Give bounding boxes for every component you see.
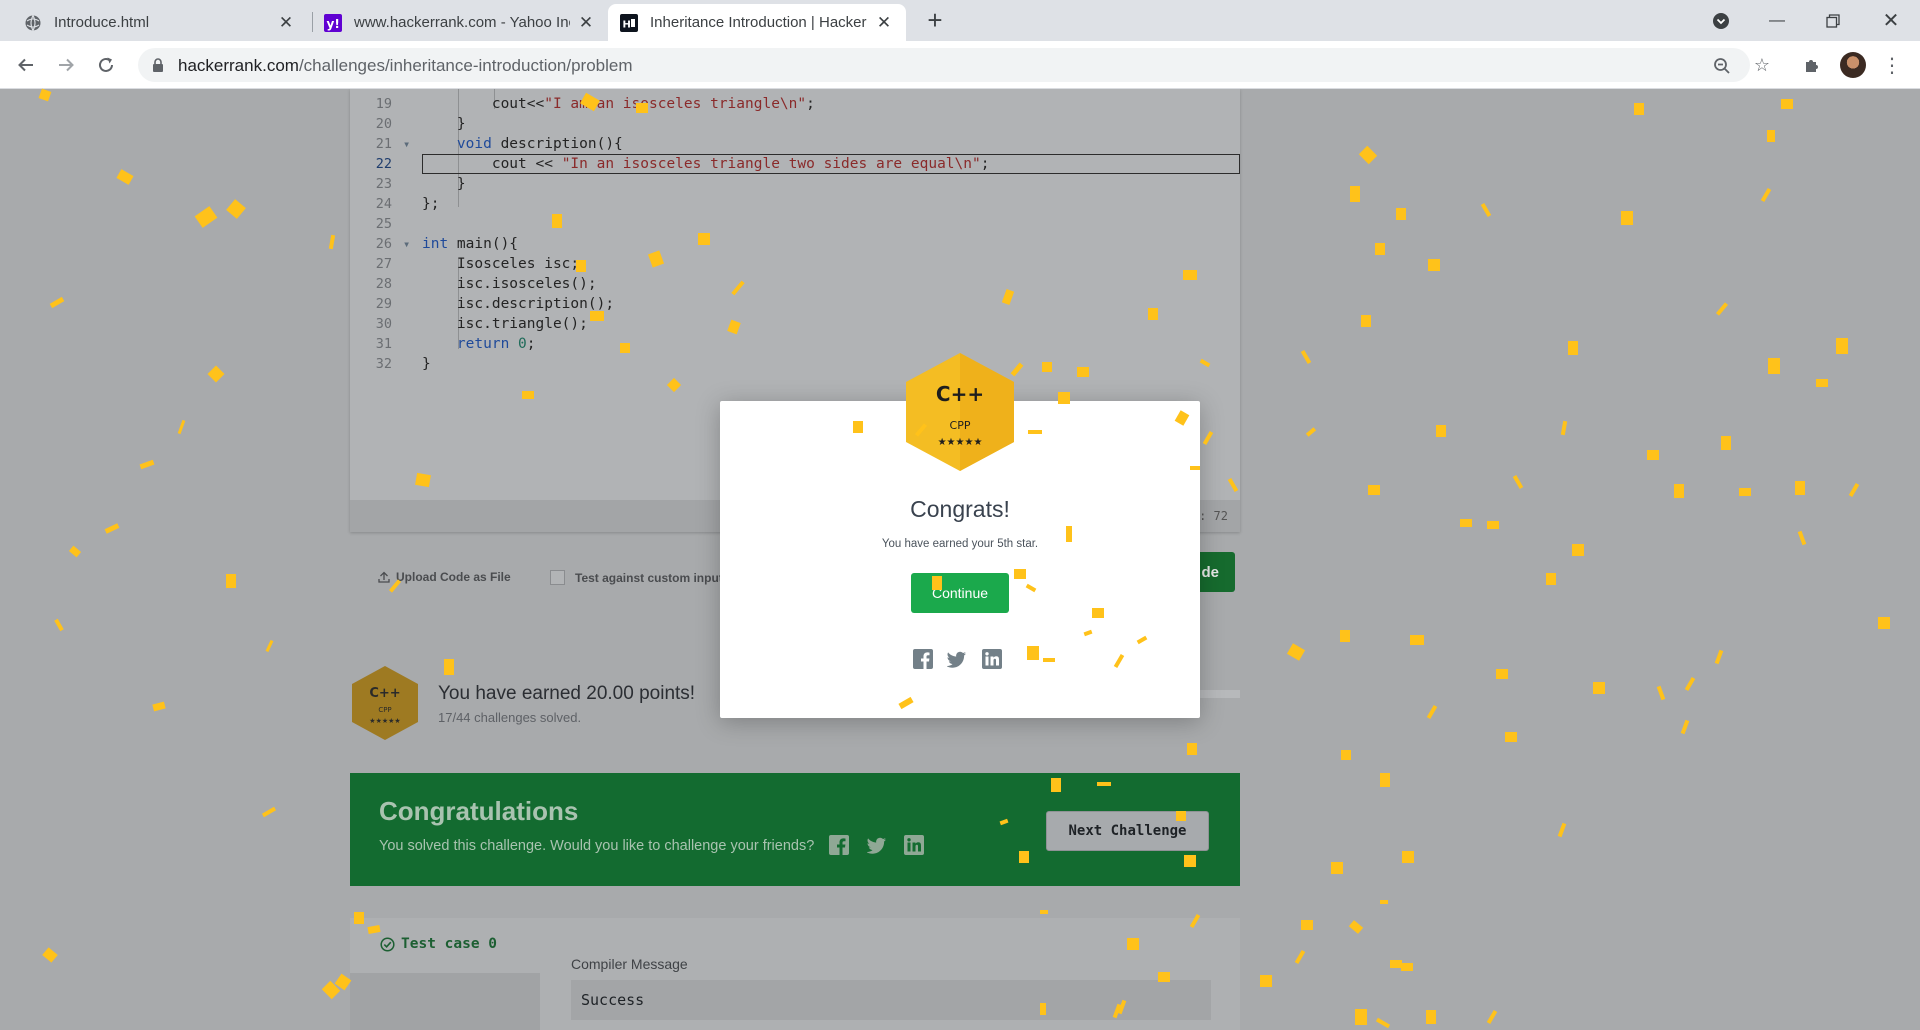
compiler-message-label: Compiler Message [571, 956, 688, 972]
code-line: 25 [375, 216, 392, 232]
back-icon[interactable] [10, 49, 42, 81]
code-line: 30 isc.triangle(); [375, 316, 588, 332]
bookmark-star-icon[interactable]: ☆ [1750, 53, 1774, 77]
facebook-icon[interactable] [829, 835, 849, 855]
tab-hackerrank[interactable]: H Inheritance Introduction | Hacker ✕ [608, 4, 906, 41]
close-window-icon[interactable]: ✕ [1862, 0, 1920, 41]
code-line: 31 return 0; [375, 336, 536, 352]
svg-text:C++: C++ [369, 686, 400, 701]
svg-text:CPP: CPP [950, 419, 971, 432]
close-icon[interactable]: ✕ [874, 13, 894, 33]
zoom-icon[interactable] [1711, 55, 1733, 77]
code-line: 21 ▾ void description(){ [375, 134, 623, 154]
compiler-message-value: Success [571, 980, 1211, 1020]
svg-text:CPP: CPP [378, 706, 391, 714]
restore-icon[interactable] [1804, 0, 1862, 41]
tab-search-icon[interactable] [1692, 0, 1750, 41]
svg-text:C++: C++ [936, 382, 984, 406]
test-case-list [350, 973, 540, 1030]
points-title: You have earned 20.00 points! [438, 683, 696, 704]
forward-icon[interactable] [50, 49, 82, 81]
address-bar[interactable]: hackerrank.com/challenges/inheritance-in… [138, 48, 1750, 82]
close-icon[interactable]: ✕ [576, 13, 596, 33]
code-line: 23 } [375, 176, 466, 192]
avatar[interactable] [1840, 52, 1866, 78]
challenges-solved: 17/44 challenges solved. [438, 710, 582, 725]
banner-subtitle: You solved this challenge. Would you lik… [379, 838, 815, 854]
code-line: 20 } [375, 116, 466, 132]
browser-toolbar: hackerrank.com/challenges/inheritance-in… [0, 41, 1920, 89]
menu-icon[interactable]: ⋮ [1880, 53, 1904, 77]
continue-button[interactable]: Continue [911, 573, 1009, 613]
extensions-icon[interactable] [1800, 53, 1824, 77]
check-circle-icon [380, 936, 395, 952]
lock-icon[interactable] [152, 58, 164, 77]
code-line: 19 cout<<"I am an isosceles triangle\n"; [375, 96, 815, 112]
code-line: 26 ▾ int main(){ [375, 234, 519, 254]
tab-test-case-0[interactable]: Test case 0 [380, 936, 497, 952]
twitter-icon[interactable] [867, 835, 887, 855]
svg-text:★★★★★: ★★★★★ [369, 717, 400, 725]
code-line: 32} [375, 356, 431, 372]
custom-input-checkbox[interactable]: Test against custom input [550, 570, 723, 585]
congratulations-banner: Congratulations You solved this challeng… [350, 773, 1240, 886]
cpp-star-badge-icon: C++ CPP ★★★★★ [906, 353, 1014, 471]
hackerrank-icon: H [620, 13, 638, 32]
upload-label: Upload Code as File [396, 570, 511, 584]
svg-text:y!: y! [327, 17, 340, 31]
cpp-badge-icon: C++ CPP ★★★★★ [352, 666, 418, 740]
facebook-icon[interactable] [913, 649, 933, 669]
modal-message: You have earned your 5th star. [881, 538, 1039, 550]
close-icon[interactable]: ✕ [276, 13, 296, 33]
fold-chevron-icon[interactable]: ▾ [403, 134, 410, 154]
url-text: hackerrank.com/challenges/inheritance-in… [178, 56, 633, 75]
tab-strip: Introduce.html ✕ y! www.hackerrank.com -… [0, 0, 1920, 41]
test-results-panel: Test case 0 Compiler Message Success [350, 918, 1240, 1030]
tab-introduce[interactable]: Introduce.html ✕ [12, 4, 308, 41]
globe-icon [24, 14, 42, 32]
tab-title: www.hackerrank.com - Yahoo Inc [354, 14, 570, 31]
twitter-icon[interactable] [947, 649, 967, 669]
new-tab-button[interactable]: + [921, 7, 949, 35]
code-line: 28 isc.isosceles(); [375, 276, 597, 292]
upload-icon [378, 571, 390, 583]
tab-title: Inheritance Introduction | Hacker [650, 14, 867, 31]
tab-title: Introduce.html [54, 14, 150, 31]
tab-yahoo[interactable]: y! www.hackerrank.com - Yahoo Inc ✕ [312, 4, 608, 41]
yahoo-icon: y! [324, 13, 342, 32]
code-line: 24}; [375, 196, 440, 212]
svg-text:★★★★★: ★★★★★ [938, 437, 983, 448]
linkedin-icon[interactable] [982, 649, 1002, 669]
test-case-label: Test case 0 [401, 936, 498, 952]
fold-chevron-icon[interactable]: ▾ [403, 234, 410, 254]
banner-title: Congratulations [379, 796, 579, 826]
reload-icon[interactable] [90, 49, 122, 81]
linkedin-icon[interactable] [904, 835, 924, 855]
checkbox-box[interactable] [550, 570, 565, 585]
svg-text:H: H [623, 19, 631, 30]
code-line-current: 22 cout << "In an isosceles triangle two… [376, 154, 1240, 174]
code-line: 29 isc.description(); [375, 296, 615, 312]
custom-input-label: Test against custom input [575, 570, 723, 585]
cursor-position: : 72 [1199, 509, 1228, 523]
minimize-icon[interactable]: — [1748, 0, 1806, 41]
next-challenge-button[interactable]: Next Challenge [1046, 811, 1209, 851]
code-line: 27 Isosceles isc; [375, 256, 580, 272]
modal-heading: Congrats! [910, 496, 1010, 522]
upload-code-button[interactable]: Upload Code as File [378, 570, 511, 584]
